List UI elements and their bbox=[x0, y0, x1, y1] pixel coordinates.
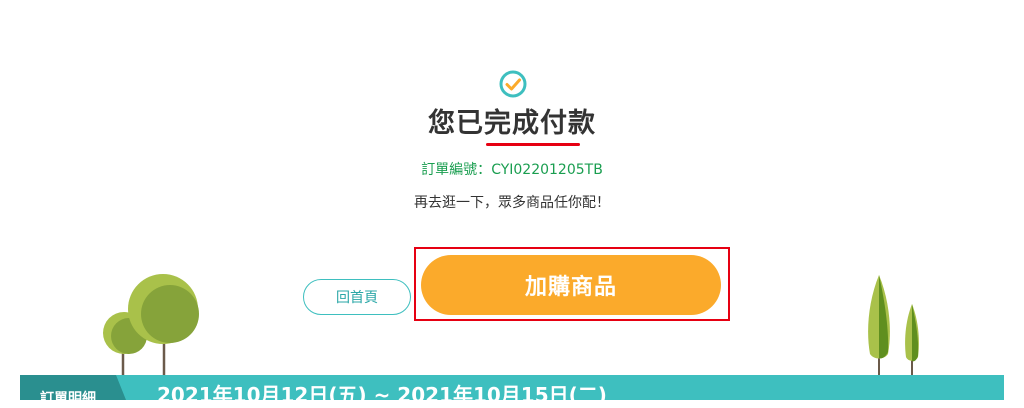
tree-illustration-right bbox=[868, 275, 919, 376]
home-button[interactable]: 回首頁 bbox=[303, 279, 411, 315]
order-number-value: CYI02201205TB bbox=[491, 162, 603, 178]
order-detail-tab[interactable]: 訂單明細 bbox=[20, 375, 126, 400]
check-circle-icon bbox=[499, 70, 527, 98]
order-number-line: 訂單編號：CYI02201205TB bbox=[0, 160, 1024, 180]
tree-illustration-left bbox=[103, 274, 199, 376]
title-underline bbox=[486, 143, 580, 146]
buy-more-button[interactable]: 加購商品 bbox=[421, 255, 721, 315]
page-title: 您已完成付款 bbox=[428, 108, 596, 139]
order-number-label: 訂單編號： bbox=[421, 162, 492, 178]
stay-date-range: 2021年10月12日(五) ~ 2021年10月15日(二) bbox=[157, 383, 607, 407]
tree-crown-large-dark bbox=[141, 285, 199, 343]
order-detail-tab-label: 訂單明細 bbox=[40, 391, 96, 400]
continue-shopping-message: 再去逛一下，眾多商品任你配！ bbox=[414, 195, 610, 211]
